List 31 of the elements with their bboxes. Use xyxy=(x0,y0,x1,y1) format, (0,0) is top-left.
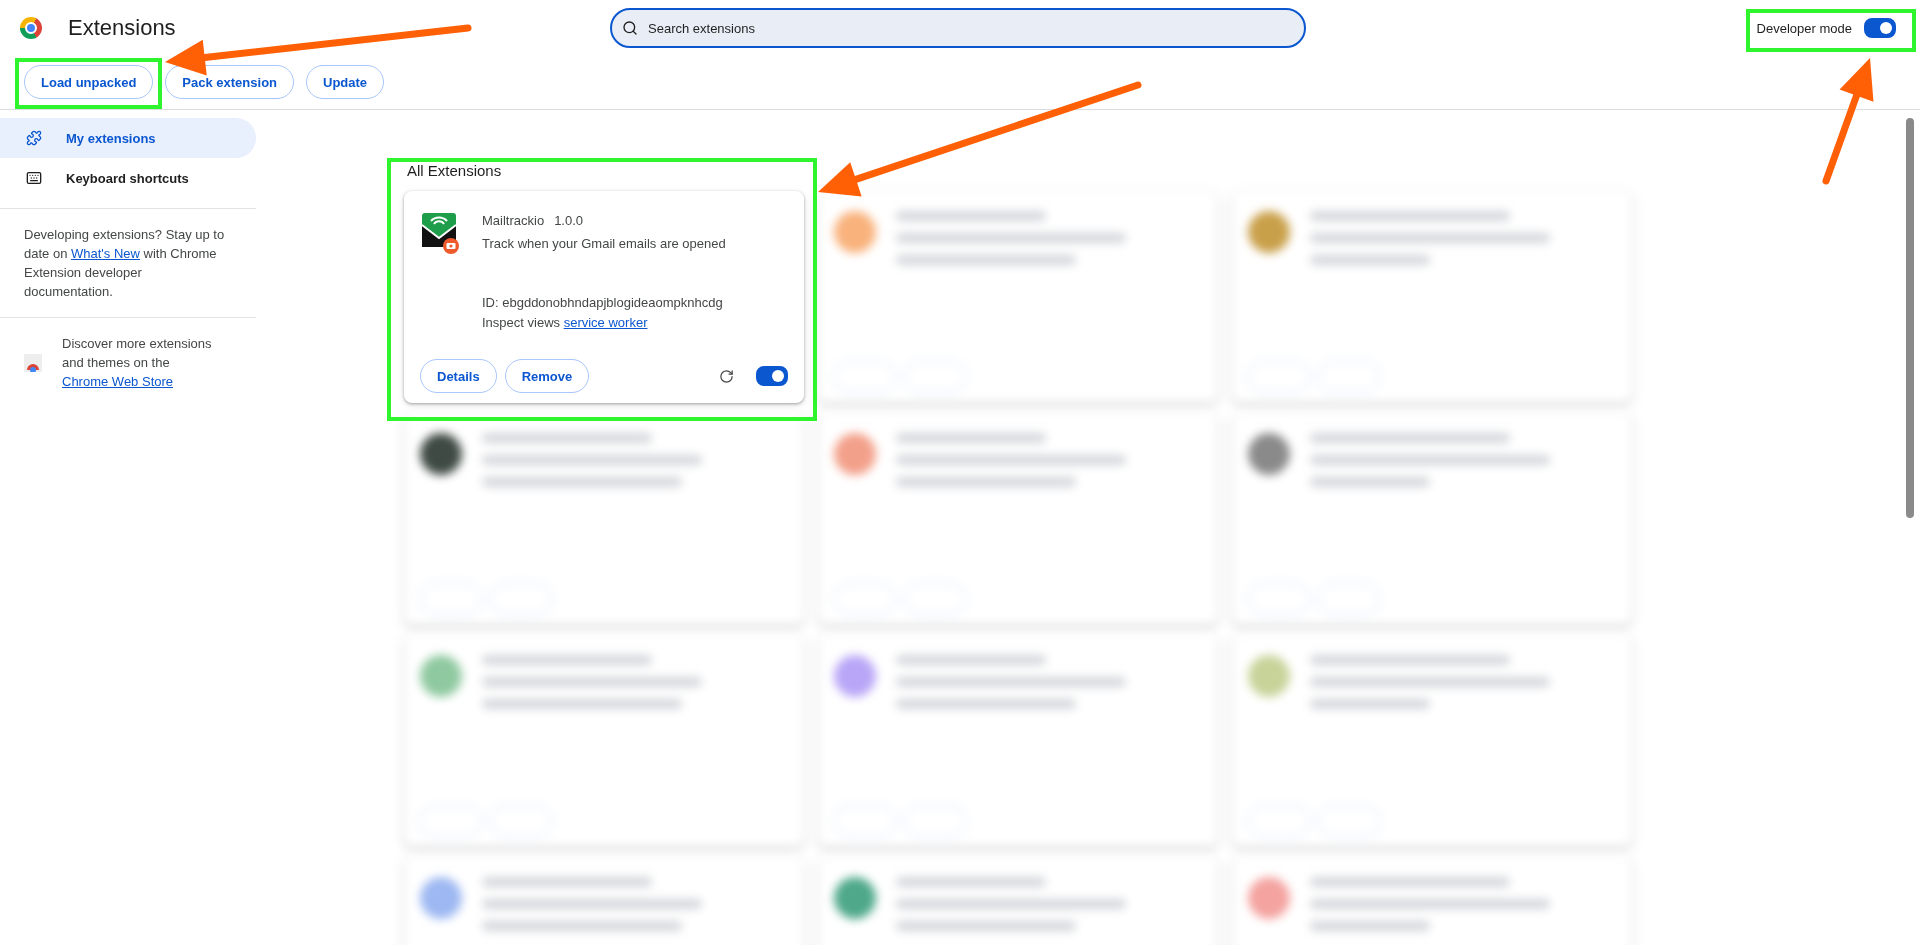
search-icon xyxy=(622,20,638,36)
card-button[interactable]: Details xyxy=(420,359,497,393)
developer-mode-toggle[interactable] xyxy=(1864,18,1896,38)
web-store-link[interactable]: Chrome Web Store xyxy=(62,374,174,389)
page-title: Extensions xyxy=(68,15,176,41)
chrome-logo-icon xyxy=(20,17,42,39)
developer-note: Developing extensions? Stay up to date on What's New with Chrome Extension developer documentation. xyxy=(24,226,226,301)
toolbar-button[interactable]: Update xyxy=(306,65,385,99)
mail-app-icon xyxy=(420,211,462,255)
service-worker-link[interactable]: service worker xyxy=(563,315,648,330)
keyboard-icon xyxy=(26,170,42,186)
extension-description: Track when your Gmail emails are opened xyxy=(482,236,726,251)
sidebar-item[interactable]: Keyboard shortcuts xyxy=(0,158,256,198)
toolbar-button[interactable]: Load unpacked xyxy=(24,65,154,99)
toolbar-button[interactable]: Pack extension xyxy=(165,65,294,99)
web-store-icon xyxy=(24,353,42,372)
section-title: All Extensions xyxy=(407,162,503,179)
reload-icon[interactable] xyxy=(719,368,734,384)
scrollbar[interactable] xyxy=(1906,118,1914,518)
puzzle-icon xyxy=(26,130,42,146)
sidebar-item[interactable]: My extensions xyxy=(0,118,256,158)
extension-version: 1.0.0 xyxy=(554,213,584,228)
extension-toggle[interactable] xyxy=(756,366,788,386)
web-store-note: Discover more extensions and themes on the Chrome Web Store xyxy=(62,335,213,391)
search-field[interactable]: Search extensions xyxy=(610,8,1306,48)
whats-new-link[interactable]: What's New xyxy=(71,246,140,261)
card-button[interactable]: Remove xyxy=(504,359,590,393)
extension-id: ID: ebgddonobhndapjblogideaompknhcdg xyxy=(482,294,724,312)
inspect-views-text: Inspect views service worker xyxy=(482,314,649,332)
developer-mode-label: Developer mode xyxy=(1756,20,1852,36)
extension-name: Mailtrackio xyxy=(482,213,545,228)
